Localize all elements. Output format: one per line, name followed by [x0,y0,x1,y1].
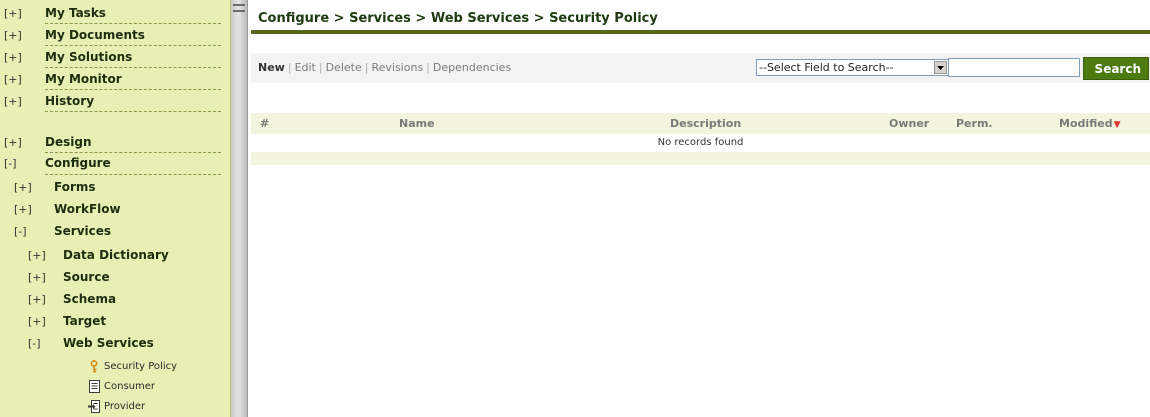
key-icon [88,359,100,373]
sidebar-item-label: Forms [54,180,96,194]
sidebar-item-label: Configure [45,156,111,170]
expand-toggle[interactable]: [+] [14,203,32,216]
new-link[interactable]: New [258,61,285,74]
expand-toggle[interactable]: [+] [4,136,22,149]
expand-toggle[interactable]: [+] [4,73,22,86]
edit-link[interactable]: Edit [295,61,316,74]
search-field-select[interactable]: --Select Field to Search-- [756,59,949,76]
expand-toggle[interactable]: [+] [4,95,22,108]
column-header-number: # [260,117,270,130]
separator: | [318,61,323,74]
divider [45,67,221,68]
sidebar-item-label: My Tasks [45,6,106,20]
sidebar-item-label: Target [63,314,107,328]
expand-toggle[interactable]: [+] [4,7,22,20]
empty-message: No records found [251,134,1150,152]
sidebar-item-label: Data Dictionary [63,248,169,262]
expand-toggle[interactable]: [+] [4,51,22,64]
divider [45,89,221,90]
expand-toggle[interactable]: [+] [28,293,46,306]
sidebar-item-source[interactable]: [+] Source [28,267,229,287]
title-divider [251,30,1150,34]
select-value: --Select Field to Search-- [759,61,894,74]
sidebar-item-my-documents[interactable]: [+] My Documents [4,25,229,45]
document-icon [88,379,100,393]
sidebar-item-web-services[interactable]: [-] Web Services [28,333,229,353]
table-header: # Name Description Owner Perm. Modified▼ [251,113,1150,134]
provider-icon [88,399,100,413]
divider [45,174,221,175]
sidebar-item-label: Design [45,135,92,149]
sidebar-leaf-security-policy[interactable]: Security Policy [88,357,177,375]
sidebar-item-target[interactable]: [+] Target [28,311,229,331]
expand-toggle[interactable]: [+] [28,249,46,262]
sidebar-item-schema[interactable]: [+] Schema [28,289,229,309]
sidebar-leaf-provider[interactable]: Provider [88,397,145,415]
sidebar-item-forms[interactable]: [+] Forms [14,177,229,197]
action-links: New | Edit | Delete | Revisions | Dependencies [258,61,511,74]
expand-toggle[interactable]: [+] [28,315,46,328]
sidebar-item-services[interactable]: [-] Services [14,221,229,241]
sidebar-leaf-consumer[interactable]: Consumer [88,377,155,395]
column-header-owner[interactable]: Owner [889,117,929,130]
expand-toggle[interactable]: [+] [28,271,46,284]
column-header-modified[interactable]: Modified▼ [1059,117,1121,130]
sidebar-item-my-solutions[interactable]: [+] My Solutions [4,47,229,67]
expand-toggle[interactable]: [+] [4,29,22,42]
splitter-grip[interactable] [233,4,245,12]
sidebar-item-label: My Documents [45,28,145,42]
collapse-toggle[interactable]: [-] [4,157,17,170]
sidebar-item-data-dictionary[interactable]: [+] Data Dictionary [28,245,229,265]
sidebar-item-workflow[interactable]: [+] WorkFlow [14,199,229,219]
divider [45,111,221,112]
sidebar-item-label: Source [63,270,110,284]
revisions-link[interactable]: Revisions [371,61,423,74]
navigation-sidebar: [+] My Tasks [+] My Documents [+] My Sol… [0,0,231,417]
sidebar-item-my-tasks[interactable]: [+] My Tasks [4,3,229,23]
separator: | [364,61,369,74]
dependencies-link[interactable]: Dependencies [433,61,511,74]
sidebar-item-label: My Solutions [45,50,133,64]
collapse-toggle[interactable]: [-] [14,225,27,238]
search-button[interactable]: Search [1083,57,1149,80]
expand-toggle[interactable]: [+] [14,181,32,194]
pane-splitter[interactable] [231,0,248,417]
column-header-name[interactable]: Name [399,117,435,130]
table-footer [251,152,1150,165]
main-content: Configure > Services > Web Services > Se… [249,0,1150,417]
sidebar-item-label: Web Services [63,336,154,350]
sidebar-item-label: Services [54,224,112,238]
separator: | [426,61,430,74]
sidebar-item-label: My Monitor [45,72,122,86]
sidebar-item-label: WorkFlow [54,202,121,216]
breadcrumb: Configure > Services > Web Services > Se… [258,11,658,26]
sidebar-leaf-label: Security Policy [104,360,178,372]
sidebar-item-label: History [45,94,95,108]
column-header-description[interactable]: Description [670,117,741,130]
separator: | [287,61,292,74]
column-header-perm[interactable]: Perm. [956,117,993,130]
sidebar-item-design[interactable]: [+] Design [4,132,229,152]
collapse-toggle[interactable]: [-] [28,337,41,350]
sidebar-item-configure[interactable]: [-] Configure [4,153,229,173]
divider [45,45,221,46]
delete-link[interactable]: Delete [326,61,362,74]
column-header-modified-label: Modified [1059,117,1113,130]
sidebar-leaf-label: Consumer [104,380,155,392]
divider [45,23,221,24]
sidebar-leaf-label: Provider [104,400,146,412]
search-input[interactable] [948,58,1080,77]
chevron-down-icon[interactable] [934,61,947,74]
sort-descending-icon: ▼ [1113,120,1121,130]
sidebar-item-history[interactable]: [+] History [4,91,229,111]
sidebar-item-my-monitor[interactable]: [+] My Monitor [4,69,229,89]
sidebar-item-label: Schema [63,292,117,306]
